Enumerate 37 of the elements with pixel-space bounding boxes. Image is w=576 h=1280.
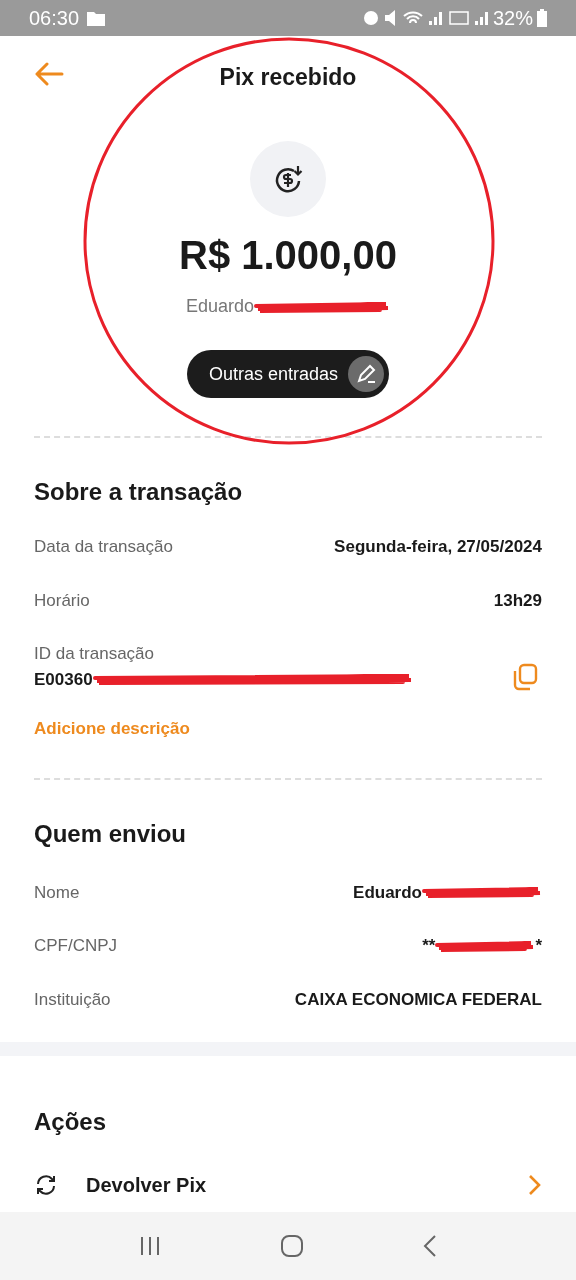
signal-icon: [474, 11, 489, 25]
edit-icon: [348, 356, 385, 392]
field-label: ID da transação: [34, 643, 155, 665]
refresh-icon: [34, 1173, 58, 1197]
section-title: Sobre a transação: [34, 477, 244, 507]
folder-icon: [87, 10, 106, 26]
field-value: **: [422, 935, 436, 957]
field-value: CAIXA ECONOMICA FEDERAL: [294, 988, 542, 1011]
sender-name: Eduardo: [185, 295, 255, 318]
back-nav-icon[interactable]: [422, 1234, 437, 1258]
home-icon[interactable]: [280, 1234, 304, 1258]
field-value: 13h29: [493, 589, 542, 612]
transaction-id: E00360: [34, 668, 93, 691]
battery-icon: [537, 9, 547, 27]
field-label: CPF/CNPJ: [34, 935, 118, 957]
field-label: Instituição: [34, 988, 111, 1011]
mute-icon: [384, 10, 397, 26]
chevron-right-icon: [528, 1174, 542, 1196]
field-label: Data da transação: [34, 536, 173, 558]
section-title: Quem enviou: [34, 818, 188, 849]
field-label: Nome: [34, 881, 80, 904]
action-item[interactable]: Devolver Pix: [34, 1170, 542, 1200]
recent-apps-icon[interactable]: [139, 1236, 162, 1256]
amount: R$ 1.000,00: [179, 235, 397, 275]
section-title: Ações: [34, 1107, 108, 1137]
field-value: Segunda-feira, 27/05/2024: [334, 536, 542, 558]
field-label: Horário: [34, 589, 90, 612]
status-time: 06:30: [29, 6, 80, 31]
signal-icon: [428, 11, 443, 25]
copy-button[interactable]: [512, 662, 538, 691]
wifi-icon: [402, 11, 423, 25]
field-value: Eduardo: [353, 881, 422, 904]
field-value: *: [535, 935, 542, 957]
page-title: Pix recebido: [219, 62, 357, 92]
back-button[interactable]: [34, 62, 64, 86]
category-chip[interactable]: Outras entradas: [186, 350, 390, 398]
battery-percent: 32%: [492, 6, 533, 31]
